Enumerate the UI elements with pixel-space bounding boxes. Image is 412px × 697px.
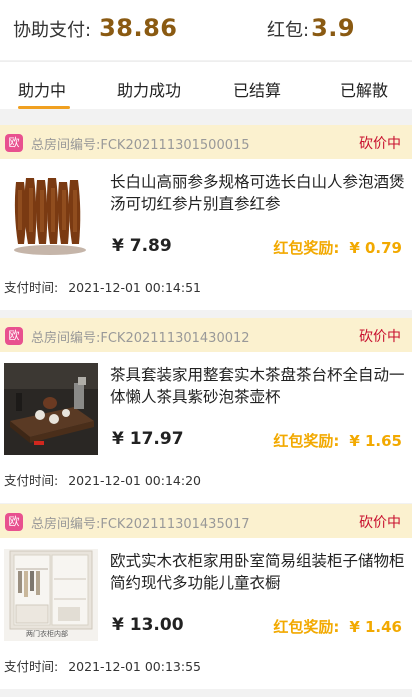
reward-info: 红包奖励: ¥ 1.65 <box>273 430 402 451</box>
red-packet-summary: 红包 : 3.9 <box>267 14 355 42</box>
red-packet-colon: : <box>303 20 310 41</box>
product-price: ¥ 13.00 <box>112 615 184 635</box>
order-card[interactable]: 欧 总房间编号:FCK202111301500015 砍价中 长白山高丽参多规格… <box>0 125 412 310</box>
assist-pay-colon: : <box>85 20 92 41</box>
active-tab-indicator <box>18 106 70 109</box>
shop-badge-icon: 欧 <box>5 134 23 152</box>
tab-dissolved[interactable]: 已解散 <box>340 77 388 101</box>
assist-pay-summary: 协助支付 : 38.86 <box>13 14 178 42</box>
pay-time-label: 支付时间: <box>4 659 59 674</box>
reward-value: ¥ 0.79 <box>349 239 402 257</box>
reward-value: ¥ 1.65 <box>349 432 402 450</box>
product-image-caption: 两门衣柜内部 <box>26 630 68 638</box>
assist-pay-label: 协助支付 <box>13 20 85 41</box>
order-card[interactable]: 欧 总房间编号:FCK202111301430012 砍价中 茶具套装家用整套实… <box>0 318 412 503</box>
pay-time: 支付时间: 2021-12-01 00:14:20 <box>4 470 201 489</box>
order-card-header: 欧 总房间编号:FCK202111301435017 砍价中 <box>0 504 412 538</box>
tab-in-progress[interactable]: 助力中 <box>18 77 66 101</box>
tab-success[interactable]: 助力成功 <box>117 77 181 101</box>
pay-time-value: 2021-12-01 00:14:51 <box>68 280 201 295</box>
reward-label: 红包奖励: <box>273 432 340 450</box>
product-image-ginseng[interactable] <box>4 170 98 262</box>
pay-time: 支付时间: 2021-12-01 00:13:55 <box>4 656 201 675</box>
room-number: 总房间编号:FCK202111301500015 <box>31 138 250 153</box>
reward-label: 红包奖励: <box>273 618 340 636</box>
product-title[interactable]: 欧式实木衣柜家用卧室简易组装柜子储物柜简约现代多功能儿童衣橱 <box>110 550 405 594</box>
order-status: 砍价中 <box>359 515 401 531</box>
red-packet-value: 3.9 <box>311 14 356 42</box>
status-tabs: 助力中 助力成功 已结算 已解散 <box>0 61 412 109</box>
reward-label: 红包奖励: <box>273 239 340 257</box>
pay-time-value: 2021-12-01 00:13:55 <box>68 659 201 674</box>
summary-bar: 协助支付 : 38.86 红包 : 3.9 <box>0 0 412 60</box>
product-image-tea-set[interactable] <box>4 363 98 455</box>
room-number: 总房间编号:FCK202111301430012 <box>31 331 250 346</box>
order-status: 砍价中 <box>359 329 401 345</box>
reward-info: 红包奖励: ¥ 0.79 <box>273 237 402 258</box>
order-card-header: 欧 总房间编号:FCK202111301430012 砍价中 <box>0 318 412 352</box>
pay-time-value: 2021-12-01 00:14:20 <box>68 473 201 488</box>
order-status: 砍价中 <box>359 136 401 152</box>
product-title[interactable]: 长白山高丽参多规格可选长白山人参泡酒煲汤可切红参片别直参红参 <box>110 171 405 215</box>
product-image-wardrobe[interactable]: 两门衣柜内部 <box>4 549 98 641</box>
room-number: 总房间编号:FCK202111301435017 <box>31 517 250 532</box>
product-price: ¥ 17.97 <box>112 429 184 449</box>
red-packet-label: 红包 <box>267 20 303 41</box>
reward-info: 红包奖励: ¥ 1.46 <box>273 616 402 637</box>
order-card[interactable]: 欧 总房间编号:FCK202111301435017 砍价中 两门衣柜内部 欧式… <box>0 504 412 689</box>
reward-value: ¥ 1.46 <box>349 618 402 636</box>
product-title[interactable]: 茶具套装家用整套实木茶盘茶台杯全自动一体懒人茶具紫砂泡茶壶杯 <box>110 364 405 408</box>
shop-badge-icon: 欧 <box>5 327 23 345</box>
tab-settled[interactable]: 已结算 <box>233 77 281 101</box>
pay-time-label: 支付时间: <box>4 280 59 295</box>
assist-pay-value: 38.86 <box>99 14 178 42</box>
pay-time: 支付时间: 2021-12-01 00:14:51 <box>4 277 201 296</box>
order-card-header: 欧 总房间编号:FCK202111301500015 砍价中 <box>0 125 412 159</box>
shop-badge-icon: 欧 <box>5 513 23 531</box>
product-price: ¥ 7.89 <box>112 236 172 256</box>
pay-time-label: 支付时间: <box>4 473 59 488</box>
